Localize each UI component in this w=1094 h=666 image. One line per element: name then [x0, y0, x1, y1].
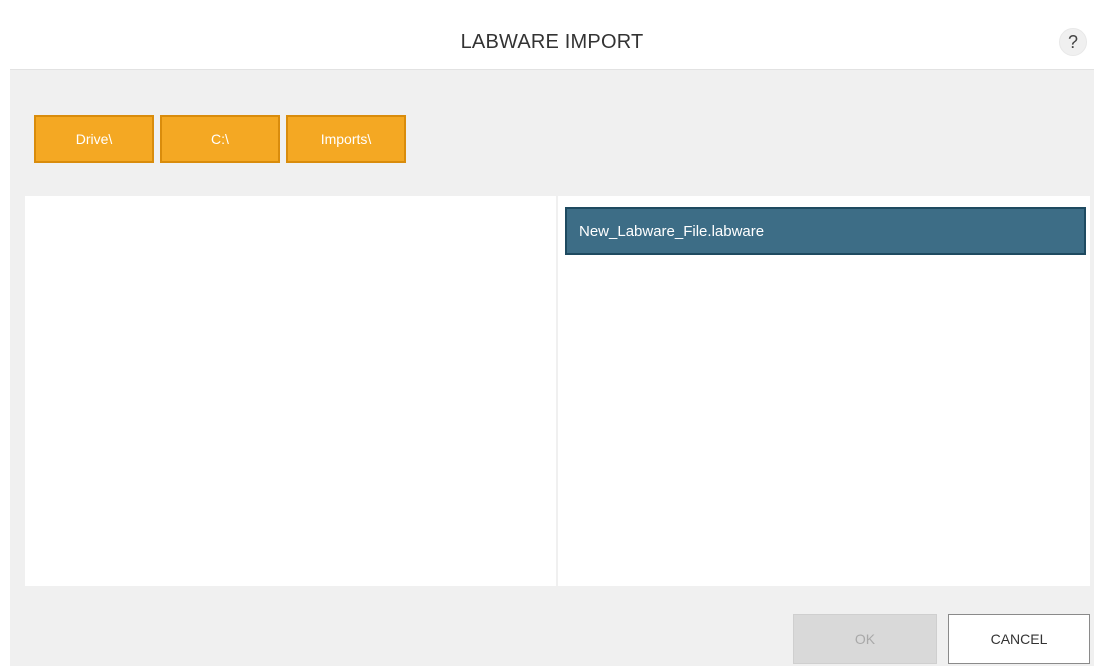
browser-panels: New_Labware_File.labware [25, 196, 1090, 586]
ok-button[interactable]: OK [793, 614, 937, 664]
file-list-item-selected[interactable]: New_Labware_File.labware [565, 207, 1086, 255]
dialog-title: LABWARE IMPORT [460, 31, 644, 53]
help-button[interactable]: ? [1059, 28, 1087, 56]
dialog-titlebar: LABWARE IMPORT ? [10, 14, 1094, 70]
file-list-panel[interactable]: New_Labware_File.labware [558, 196, 1090, 586]
cancel-button[interactable]: CANCEL [948, 614, 1090, 664]
breadcrumb: Drive\ C:\ Imports\ [34, 115, 406, 163]
breadcrumb-drive-button[interactable]: Drive\ [34, 115, 154, 163]
folder-list-panel[interactable] [25, 196, 556, 586]
breadcrumb-imports-button[interactable]: Imports\ [286, 115, 406, 163]
labware-import-dialog: LABWARE IMPORT ? Drive\ C:\ Imports\ New… [10, 14, 1094, 666]
breadcrumb-c-drive-button[interactable]: C:\ [160, 115, 280, 163]
